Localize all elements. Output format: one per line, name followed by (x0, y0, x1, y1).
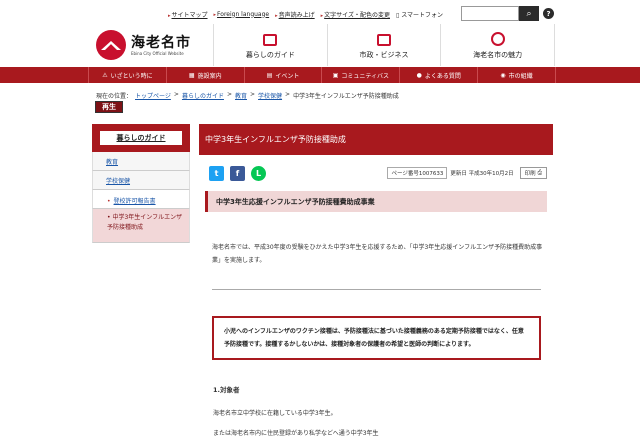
play-audio-button[interactable]: 再生 (95, 101, 123, 113)
global-menu-bar: ⚠ いざという時に ▦ 施設案内 ▤ イベント ▣ コミュニティバス ● よくある質問 ◉… (0, 67, 640, 83)
sidebar-item-current: • 中学3年生インフルエンザ予防接種助成 (92, 209, 190, 243)
menu-facilities[interactable]: ▦ 施設案内 (165, 67, 244, 83)
smartphone-icon: ▯ (395, 11, 400, 19)
site-logo[interactable]: 海老名市 Ebina City Official Website (96, 30, 228, 60)
breadcrumb: 現在の位置： トップページ > 暮らしのガイド > 教育 > 学校保健 > 中学… (96, 91, 399, 100)
utility-link-foreign[interactable]: ▸Foreign language (214, 11, 270, 18)
facility-icon: ▦ (188, 71, 195, 79)
help-button[interactable]: ? (543, 8, 554, 19)
bus-icon: ▣ (332, 71, 339, 79)
target-line-1: 海老名市立中学校に在籍している中学3年生。 (213, 410, 337, 417)
utility-link-sitemap[interactable]: ▸サイトマップ (168, 10, 208, 19)
utility-link-voice[interactable]: ▸音声読み上げ (275, 10, 315, 19)
breadcrumb-top[interactable]: トップページ (135, 91, 171, 100)
page-number: ページ番号1007633 (387, 167, 448, 179)
menu-events[interactable]: ▤ イベント (243, 67, 322, 83)
divider (212, 289, 541, 290)
search-icon: ⌕ (526, 8, 532, 19)
menu-bus[interactable]: ▣ コミュニティバス (321, 67, 399, 83)
main-nav: 暮らしのガイド 市政・ビジネス 海老名市の魅力 (213, 24, 556, 66)
facebook-share-icon[interactable]: f (230, 165, 245, 181)
sidebar-heading[interactable]: 暮らしのガイド (117, 133, 166, 143)
city-emblem-icon (96, 30, 126, 60)
breadcrumb-guide[interactable]: 暮らしのガイド (182, 91, 224, 100)
utility-bar: ▸サイトマップ ▸Foreign language ▸音声読み上げ ▸文字サイズ… (168, 7, 443, 21)
line-share-icon[interactable]: L (251, 165, 266, 181)
logo-subtitle: Ebina City Official Website (131, 50, 184, 56)
logo-name: 海老名市 (131, 34, 191, 51)
search-button[interactable]: ⌕ (519, 6, 539, 21)
utility-link-textsize[interactable]: ▸文字サイズ・配色の変更 (321, 10, 390, 19)
sidebar-heading-box: 暮らしのガイド (92, 124, 190, 152)
share-row: t f L ページ番号1007633 更新日 平成30年10月2日 印刷 ⎙ (199, 162, 553, 184)
section-heading: 中学3年生応援インフルエンザ予防接種費助成事業 (205, 191, 547, 212)
calendar-icon: ▤ (266, 71, 273, 79)
breadcrumb-education[interactable]: 教育 (235, 91, 247, 100)
target-heading: 1.対象者 (213, 386, 240, 394)
question-icon: ● (416, 71, 422, 79)
menu-faq[interactable]: ● よくある質問 (399, 67, 477, 83)
sidebar-item-school-health[interactable]: 学校保健 (92, 171, 190, 190)
org-icon: ◉ (500, 71, 506, 79)
main-content: 中学3年生インフルエンザ予防接種助成 t f L ページ番号1007633 更新… (199, 124, 553, 437)
printer-icon: ⎙ (537, 169, 542, 176)
updated-date: 更新日 平成30年10月2日 (450, 171, 514, 177)
target-line-2: または海老名市内に住民登録があり私学などへ通う中学3年生 (213, 430, 379, 437)
main-nav-guide[interactable]: 暮らしのガイド (213, 24, 327, 66)
main-nav-city[interactable]: 市政・ビジネス (326, 24, 441, 66)
sidebar-item-education[interactable]: 教育 (92, 152, 190, 171)
sidebar: 暮らしのガイド 教育 学校保健 • 登校許可報告書 • 中学3年生インフルエンザ予… (92, 124, 190, 243)
main-nav-charm[interactable]: 海老名市の魅力 (440, 24, 556, 66)
twitter-share-icon[interactable]: t (209, 165, 224, 181)
building-icon (377, 34, 391, 46)
warning-icon: ⚠ (102, 71, 108, 79)
breadcrumb-current: 中学3年生インフルエンザ予防接種助成 (293, 93, 399, 100)
menu-emergency[interactable]: ⚠ いざという時に (88, 67, 166, 83)
character-icon (490, 32, 505, 46)
sidebar-item-attendance-report[interactable]: • 登校許可報告書 (92, 190, 190, 209)
search-input[interactable] (461, 6, 519, 21)
house-icon (263, 34, 278, 46)
print-button[interactable]: 印刷 ⎙ (519, 167, 547, 179)
smartphone-link[interactable]: ▯ スマートフォン (396, 10, 443, 19)
intro-paragraph: 海老名市では、平成30年度の受験をひかえた中学3年生を応援するため、「中学3年生… (212, 244, 543, 264)
breadcrumb-school-health[interactable]: 学校保健 (258, 91, 282, 100)
notice-box: 小児へのインフルエンザのワクチン接種は、予防接種法に基づいた接種義務のある定期予… (212, 316, 541, 360)
menu-organization[interactable]: ◉ 市の組織 (477, 67, 556, 83)
page-title: 中学3年生インフルエンザ予防接種助成 (199, 124, 553, 155)
